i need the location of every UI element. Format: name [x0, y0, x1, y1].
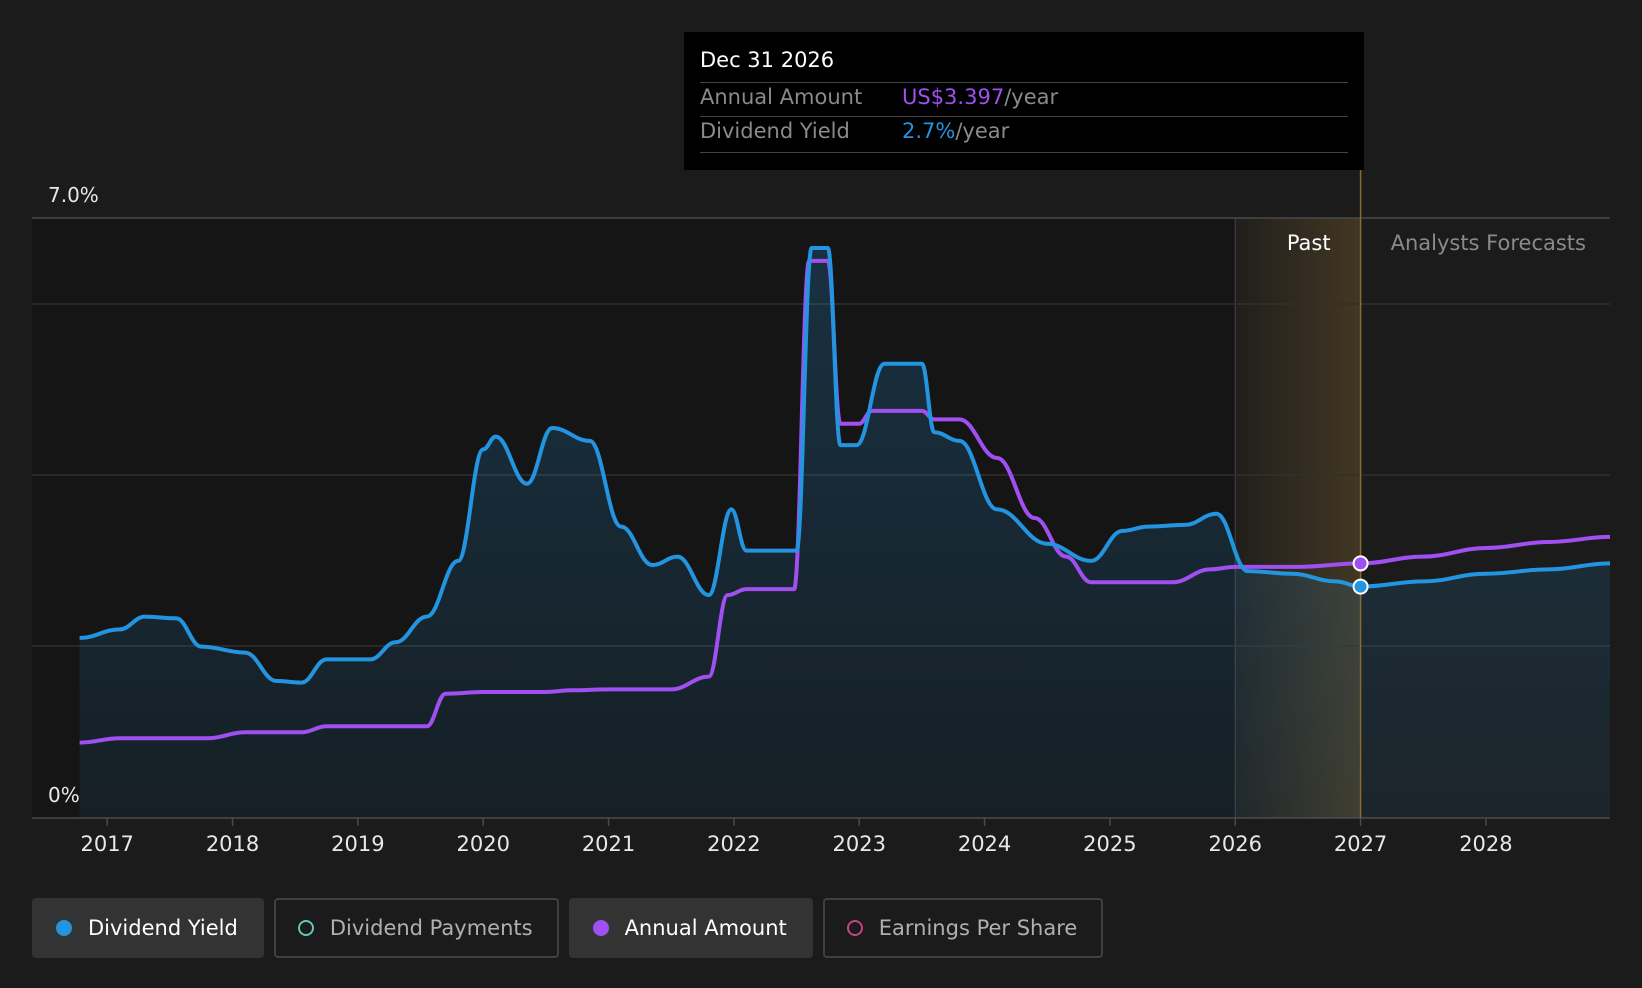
annual-amount-marker — [1352, 555, 1369, 572]
x-tick-label: 2026 — [1209, 832, 1262, 856]
legend-earnings-per-share-button[interactable]: Earnings Per Share — [822, 898, 1104, 958]
tooltip-row-annual-amount: Annual Amount US$3.397/year — [700, 85, 1058, 109]
y-axis-max-label: 7.0% — [48, 183, 99, 207]
legend-label: Dividend Yield — [88, 916, 238, 940]
x-tick-label: 2018 — [206, 832, 259, 856]
x-tick-label: 2017 — [80, 832, 133, 856]
x-tick-label: 2027 — [1334, 832, 1387, 856]
tooltip-divider — [700, 116, 1348, 117]
x-tick-label: 2021 — [582, 832, 635, 856]
tooltip-label: Annual Amount — [700, 85, 863, 109]
x-tick-label: 2025 — [1083, 832, 1136, 856]
tooltip-label: Dividend Yield — [700, 119, 850, 143]
x-tick-label: 2028 — [1459, 832, 1512, 856]
x-tick-label: 2023 — [833, 832, 886, 856]
x-tick-label: 2024 — [958, 832, 1011, 856]
tooltip-row-dividend-yield: Dividend Yield 2.7%/year — [700, 119, 1009, 143]
y-axis-min-label: 0% — [48, 783, 80, 807]
x-tick-label: 2022 — [707, 832, 760, 856]
tooltip-date: Dec 31 2026 — [700, 48, 835, 72]
tooltip-divider — [700, 152, 1348, 153]
hollow-dot-icon — [846, 920, 863, 936]
analysts-forecasts-label: Analysts Forecasts — [1391, 231, 1586, 255]
x-tick-label: 2019 — [331, 832, 384, 856]
x-tick-label: 2020 — [456, 832, 509, 856]
hollow-dot-icon — [297, 920, 314, 936]
legend-label: Earnings Per Share — [878, 916, 1078, 940]
legend-annual-amount-button[interactable]: Annual Amount — [568, 898, 813, 958]
tooltip-value: 2.7% — [902, 119, 956, 143]
tooltip-divider — [700, 82, 1348, 83]
tooltip-unit: /year — [955, 119, 1010, 143]
filled-dot-icon — [592, 920, 609, 936]
legend-label: Dividend Payments — [329, 916, 533, 940]
tooltip-unit: /year — [1004, 85, 1059, 109]
dividend-yield-marker — [1352, 578, 1369, 595]
legend: Dividend Yield Dividend Payments Annual … — [32, 898, 1104, 958]
tooltip-value: US$3.397 — [902, 85, 1005, 109]
legend-label: Annual Amount — [624, 916, 787, 940]
filled-dot-icon — [56, 920, 72, 936]
legend-dividend-yield-button[interactable]: Dividend Yield — [32, 898, 264, 958]
tooltip: Dec 31 2026 Annual Amount US$3.397/year D… — [684, 32, 1364, 170]
past-label: Past — [1287, 231, 1331, 255]
legend-dividend-payments-button[interactable]: Dividend Payments — [273, 898, 559, 958]
